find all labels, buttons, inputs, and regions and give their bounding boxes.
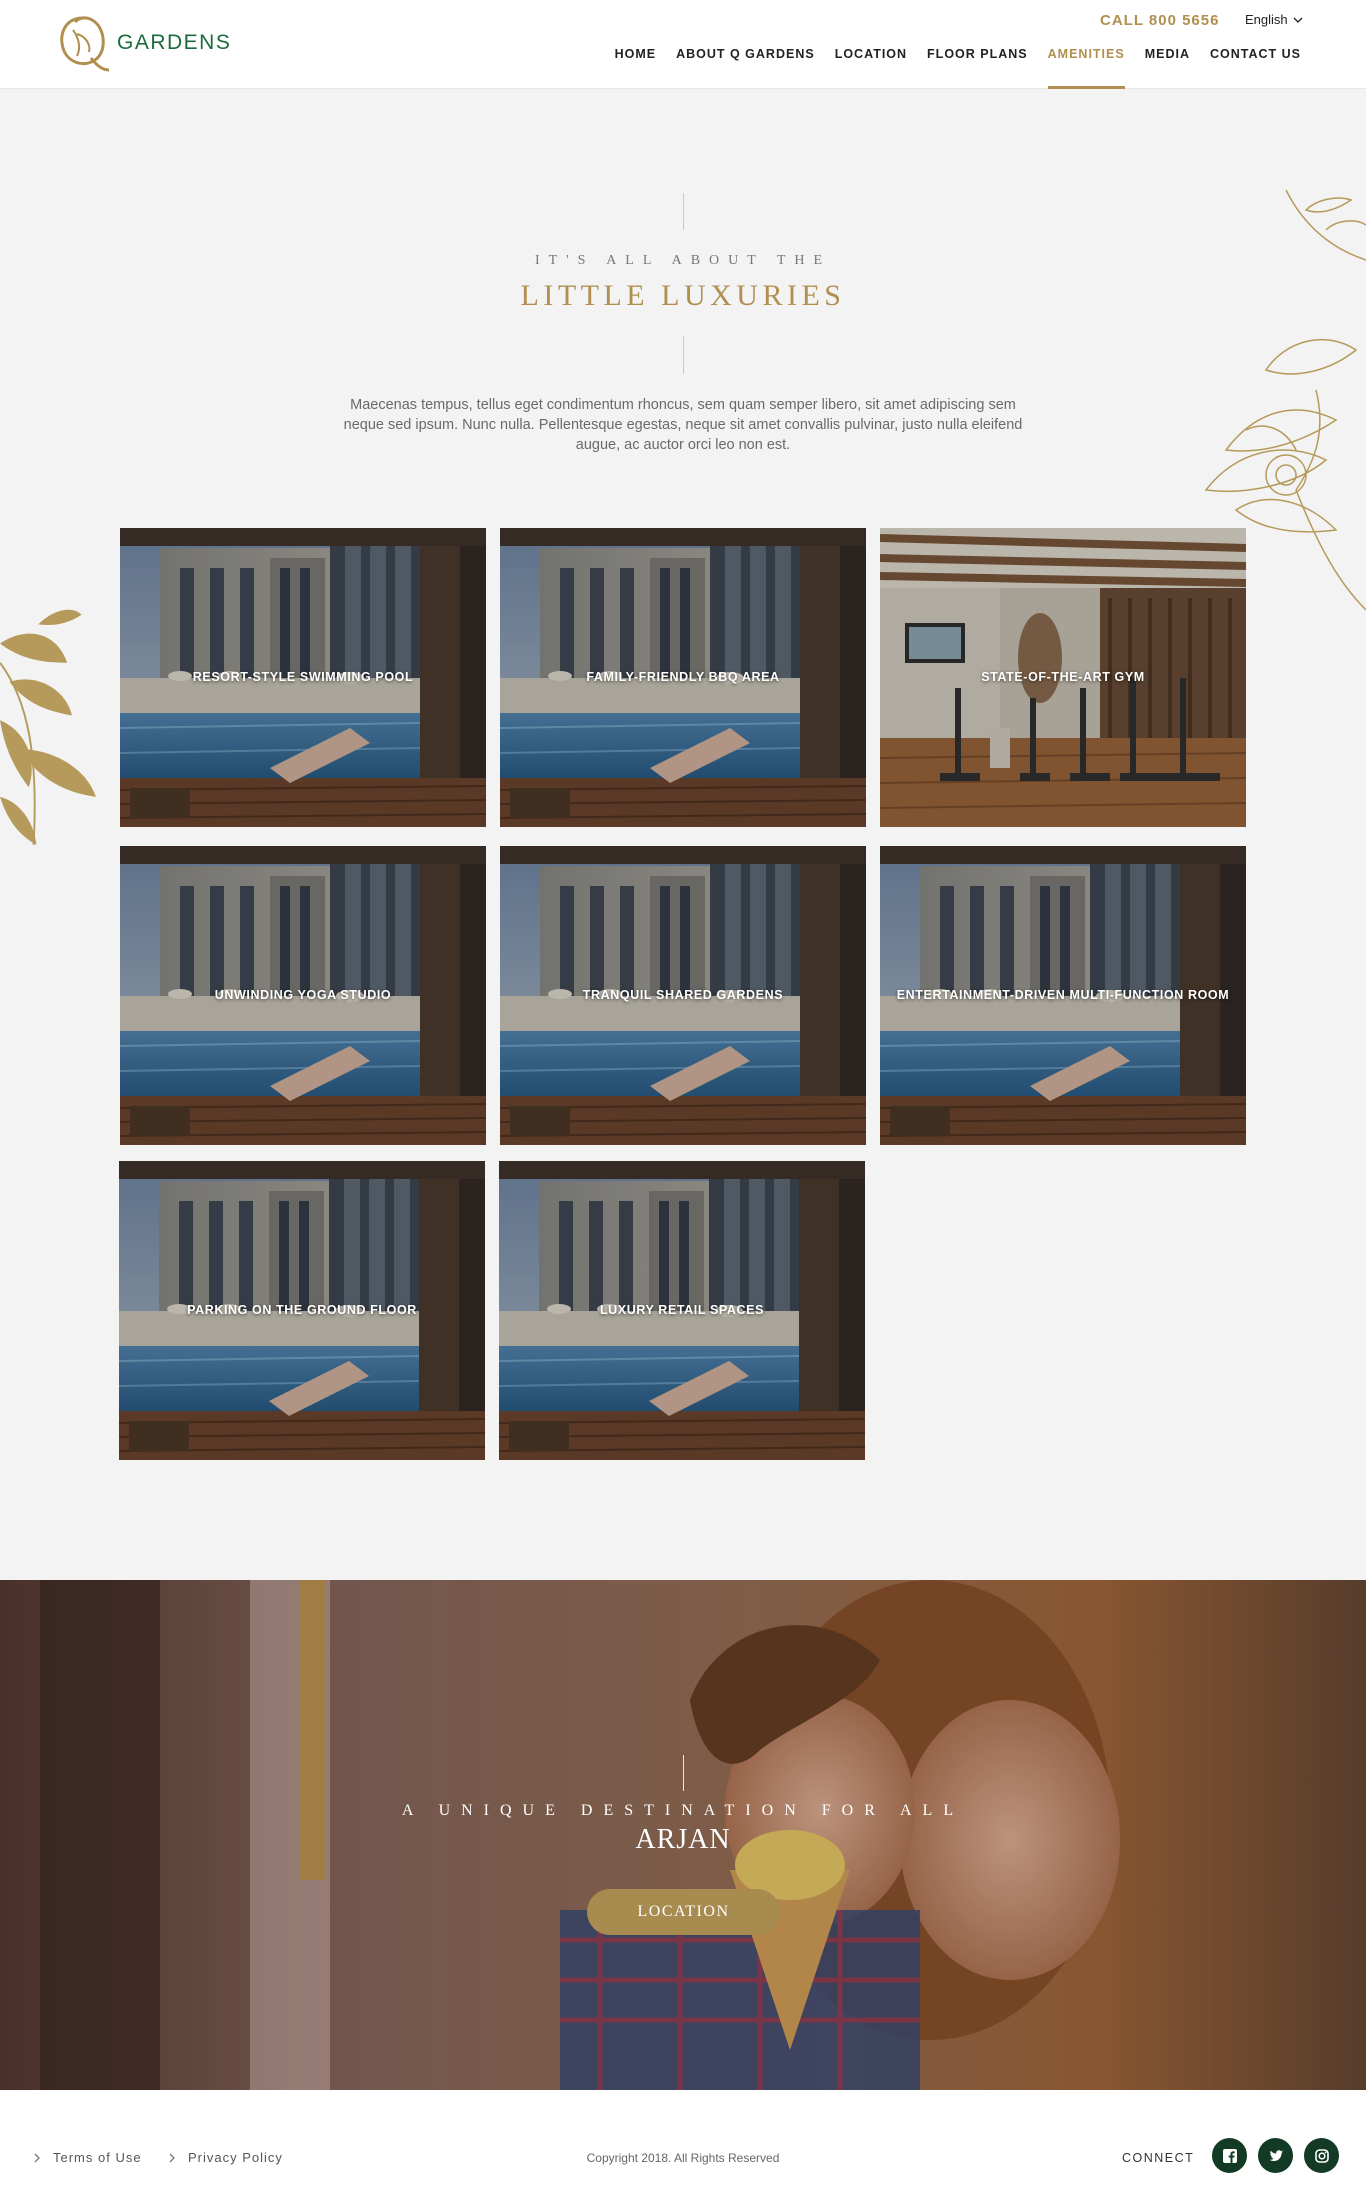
nav-media[interactable]: MEDIA [1135,45,1200,89]
connect-label: CONNECT [1122,2151,1195,2165]
language-selector[interactable]: English [1245,12,1303,27]
twitter-button[interactable] [1258,2138,1293,2173]
main-nav: HOME ABOUT Q GARDENS LOCATION FLOOR PLAN… [605,45,1311,89]
site-header: GARDENS CALL 800 5656 English HOME ABOUT… [0,0,1366,89]
amenity-tile[interactable]: UNWINDING YOGA STUDIO [120,846,486,1145]
chevron-down-icon [1293,17,1303,23]
facebook-icon [1222,2148,1237,2163]
instagram-icon [1314,2148,1329,2163]
amenity-label: TRANQUIL SHARED GARDENS [582,988,784,1002]
section-eyebrow: IT'S ALL ABOUT THE [534,253,832,268]
banner-title: ARJAN [635,1824,731,1855]
nav-amenities[interactable]: AMENITIES [1038,45,1135,89]
amenity-label: UNWINDING YOGA STUDIO [214,988,392,1002]
site-footer: Terms of Use Privacy Policy Copyright 20… [0,2090,1366,2197]
divider-bottom [683,336,684,374]
amenity-tile[interactable]: STATE-OF-THE-ART GYM [880,528,1246,827]
amenity-tile[interactable]: PARKING ON THE GROUND FLOOR [119,1161,485,1460]
language-label: English [1245,12,1288,27]
banner-divider [683,1755,684,1791]
logo-wordmark: GARDENS [117,31,232,54]
site-logo[interactable]: GARDENS [55,10,245,72]
nav-contact[interactable]: CONTACT US [1200,45,1311,89]
decorative-leaves-left [0,600,115,850]
divider-top [683,193,684,230]
amenity-tile[interactable]: LUXURY RETAIL SPACES [499,1161,865,1460]
twitter-icon [1269,2149,1283,2161]
amenity-label: PARKING ON THE GROUND FLOOR [187,1303,417,1317]
amenity-label: ENTERTAINMENT-DRIVEN MULTI-FUNCTION ROOM [896,988,1230,1002]
call-number[interactable]: CALL 800 5656 [1100,12,1219,29]
amenity-tile[interactable]: FAMILY-FRIENDLY BBQ AREA [500,528,866,827]
section-title: LITTLE LUXURIES [520,279,846,312]
amenity-tile[interactable]: TRANQUIL SHARED GARDENS [500,846,866,1145]
location-button[interactable]: LOCATION [587,1889,780,1935]
nav-location[interactable]: LOCATION [825,45,917,89]
nav-about[interactable]: ABOUT Q GARDENS [666,45,825,89]
facebook-button[interactable] [1212,2138,1247,2173]
amenity-label: RESORT-STYLE SWIMMING POOL [192,670,414,684]
nav-home[interactable]: HOME [605,45,667,89]
amenity-label: LUXURY RETAIL SPACES [599,1303,765,1317]
q-logo-icon [60,16,110,72]
amenity-tile[interactable]: RESORT-STYLE SWIMMING POOL [120,528,486,827]
amenity-tile[interactable]: ENTERTAINMENT-DRIVEN MULTI-FUNCTION ROOM [880,846,1246,1145]
instagram-button[interactable] [1304,2138,1339,2173]
amenity-label: STATE-OF-THE-ART GYM [981,670,1145,684]
section-description: Maecenas tempus, tellus eget condimentum… [343,397,1023,453]
destination-banner: A UNIQUE DESTINATION FOR ALL ARJAN LOCAT… [0,1580,1366,2090]
nav-floor-plans[interactable]: FLOOR PLANS [917,45,1038,89]
amenity-label: FAMILY-FRIENDLY BBQ AREA [586,670,780,684]
banner-subtitle: A UNIQUE DESTINATION FOR ALL [401,1802,965,1819]
